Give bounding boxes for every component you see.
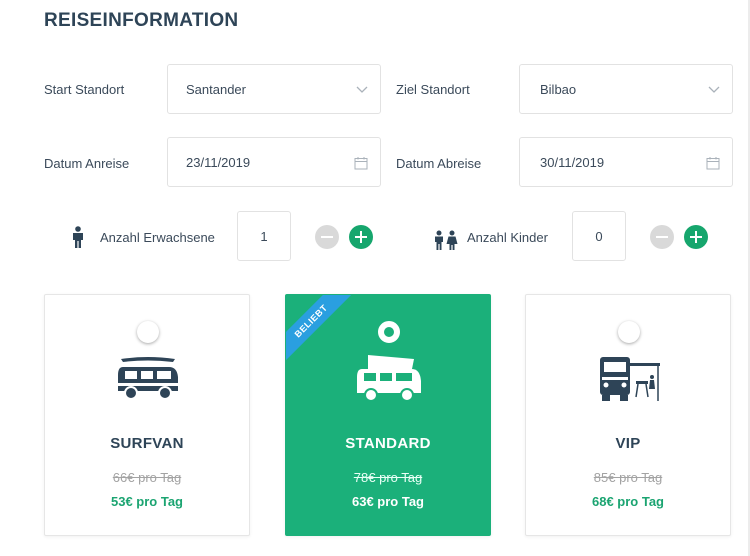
start-location-select[interactable]: Santander <box>167 64 381 114</box>
standard-radio[interactable] <box>378 321 400 343</box>
destination-label: Ziel Standort <box>396 82 470 97</box>
adults-count-value: 1 <box>260 229 268 244</box>
vehicle-name: SURFVAN <box>110 435 184 452</box>
old-price: 66€ pro Tag <box>112 470 182 485</box>
calendar-icon[interactable] <box>706 156 720 170</box>
children-decrement-button[interactable] <box>650 225 674 249</box>
new-price: 53€ pro Tag <box>110 494 183 509</box>
vip-van-icon <box>600 357 660 401</box>
popular-ribbon: BELIEBT <box>286 295 357 367</box>
vehicle-name: VIP <box>615 435 641 452</box>
children-icon <box>435 230 458 250</box>
children-label: Anzahl Kinder <box>467 230 548 245</box>
children-count-value: 0 <box>595 229 603 244</box>
children-count-input[interactable]: 0 <box>572 211 626 261</box>
vehicle-card-surfvan[interactable]: SURFVAN 66€ pro Tag 53€ pro Tag <box>44 294 250 536</box>
camper-van-icon <box>357 355 421 402</box>
arrival-date-value: 23/11/2019 <box>186 155 251 170</box>
vip-radio[interactable] <box>618 321 640 343</box>
vehicle-card-standard[interactable]: BELIEBT STANDARD 78€ pro Tag 63€ pro Tag <box>285 294 491 536</box>
adults-label: Anzahl Erwachsene <box>100 230 215 245</box>
adults-increment-button[interactable] <box>349 225 373 249</box>
old-price: 78€ pro Tag <box>353 470 423 485</box>
departure-date-label: Datum Abreise <box>396 156 482 171</box>
adults-count-input[interactable]: 1 <box>237 211 291 261</box>
arrival-date-input[interactable]: 23/11/2019 <box>167 137 381 187</box>
adults-decrement-button[interactable] <box>315 225 339 249</box>
new-price: 63€ pro Tag <box>351 494 424 509</box>
surfvan-icon <box>118 357 178 400</box>
start-location-label: Start Standort <box>44 82 125 97</box>
section-title: REISEINFORMATION <box>44 10 239 31</box>
calendar-icon[interactable] <box>354 156 368 170</box>
children-increment-button[interactable] <box>684 225 708 249</box>
destination-select[interactable]: Bilbao <box>519 64 733 114</box>
new-price: 68€ pro Tag <box>591 494 664 509</box>
vehicle-card-vip[interactable]: VIP 85€ pro Tag 68€ pro Tag <box>525 294 731 536</box>
surfvan-radio[interactable] <box>137 321 159 343</box>
adult-icon <box>73 226 83 248</box>
departure-date-value: 30/11/2019 <box>540 155 605 170</box>
start-location-value: Santander <box>186 82 246 97</box>
departure-date-input[interactable]: 30/11/2019 <box>519 137 733 187</box>
old-price: 85€ pro Tag <box>593 470 663 485</box>
chevron-down-icon <box>708 86 720 93</box>
vehicle-name: STANDARD <box>345 435 431 452</box>
chevron-down-icon <box>356 86 368 93</box>
arrival-date-label: Datum Anreise <box>44 156 130 171</box>
destination-value: Bilbao <box>540 82 577 97</box>
